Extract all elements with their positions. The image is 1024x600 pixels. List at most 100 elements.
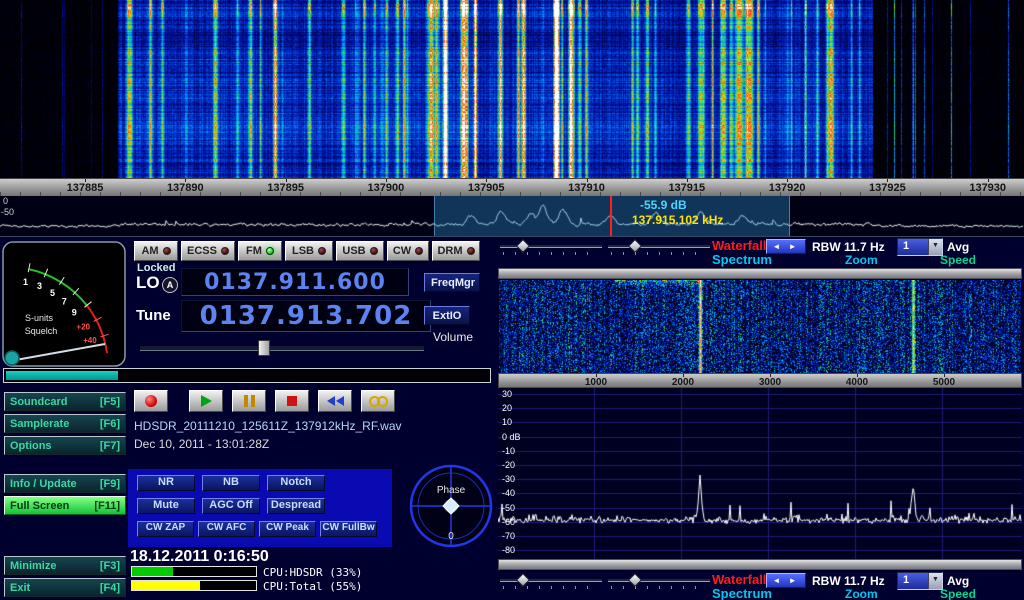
slider-thumb[interactable] (516, 573, 530, 587)
db-axis-label: 20 (502, 403, 512, 413)
passband-highlight[interactable] (434, 196, 790, 236)
lo-lock-button[interactable]: A (162, 277, 178, 293)
volume-thumb[interactable] (258, 340, 270, 356)
play-button[interactable] (189, 390, 223, 412)
mode-drm-button[interactable]: DRM (432, 241, 480, 261)
play-icon (201, 395, 212, 407)
slider-ticks (503, 252, 599, 255)
waterfall-scrollbar[interactable] (498, 268, 1022, 279)
button-hotkey: [F5] (100, 396, 120, 408)
lo-frequency-display[interactable]: 0137.911.600 (181, 268, 409, 296)
options-button[interactable]: Options[F7] (4, 436, 126, 455)
waterfall-tab[interactable]: Waterfall (712, 238, 766, 253)
cw-afc-button[interactable]: CW AFC (198, 521, 255, 537)
audio-waterfall-canvas[interactable] (499, 280, 1021, 373)
spectrum-tab[interactable]: Spectrum (712, 586, 772, 600)
volume-track (140, 345, 424, 351)
ruler-label: 137885 (67, 182, 104, 194)
waterfall-tab[interactable]: Waterfall (712, 572, 766, 587)
pause-button[interactable] (232, 390, 266, 412)
mute-button[interactable]: Mute (137, 498, 195, 514)
freqmgr-button[interactable]: FreqMgr (424, 273, 480, 292)
db-axis-label: 30 (502, 389, 512, 399)
speed-select[interactable]: 1▼ (897, 572, 943, 590)
notch-button[interactable]: Notch (267, 475, 325, 491)
main-spectrum-strip[interactable]: 0 -50 -55.9 dB 137.915.102 kHz (0, 196, 1024, 236)
mode-led-icon (467, 247, 475, 255)
mode-label: USB (342, 245, 365, 257)
shift-arrows-button[interactable]: ◄ ► (766, 239, 806, 254)
spectrum-scrollbar[interactable] (498, 559, 1022, 570)
shift-arrows-button[interactable]: ◄ ► (766, 573, 806, 588)
button-label: Soundcard (10, 396, 67, 408)
lo-label: LO (136, 273, 160, 293)
exit-button[interactable]: Exit[F4] (4, 578, 126, 597)
cw-peak-button[interactable]: CW Peak (259, 521, 316, 537)
cw-zap-button[interactable]: CW ZAP (137, 521, 194, 537)
mode-am-button[interactable]: AM (134, 241, 178, 261)
avg-toggle[interactable]: Avg (947, 574, 969, 588)
hz-scale-label: 1000 (585, 377, 607, 388)
loop-button[interactable] (361, 390, 395, 412)
brightness-slider[interactable] (500, 241, 602, 255)
button-label: Full Screen (10, 500, 69, 512)
mode-cw-button[interactable]: CW (387, 241, 429, 261)
slider-ticks (503, 586, 599, 589)
spectrum-tab[interactable]: Spectrum (712, 252, 772, 267)
pause-icon (244, 395, 255, 407)
slider-thumb[interactable] (628, 239, 642, 253)
avg-toggle[interactable]: Avg (947, 240, 969, 254)
mode-led-icon (370, 247, 378, 255)
audio-spectrum[interactable]: 3020100 dB-10-20-30-40-50-60-70-80 (498, 388, 1022, 559)
slider-thumb[interactable] (628, 573, 642, 587)
full-screen-button[interactable]: Full Screen[F11] (4, 496, 126, 515)
volume-slider[interactable] (140, 339, 428, 355)
mode-usb-button[interactable]: USB (336, 241, 384, 261)
main-waterfall-canvas[interactable] (0, 0, 1024, 178)
record-button[interactable] (134, 390, 168, 412)
dsp-row: Mute AGC Off Despread (137, 498, 392, 514)
cpu-bar-fill (132, 581, 200, 590)
mode-buttons: AMECSSFMLSB USB CW DRM (134, 241, 480, 261)
rewind-button[interactable] (318, 390, 352, 412)
brightness-slider[interactable] (500, 575, 602, 589)
hz-scale-label: 3000 (759, 377, 781, 388)
db-axis-label: -10 (502, 446, 515, 456)
mode-lsb-button[interactable]: LSB (285, 241, 333, 261)
audio-spectrum-canvas[interactable] (498, 388, 1022, 559)
ruler-label: 137920 (769, 182, 806, 194)
ruler-tick (787, 179, 788, 182)
slider-thumb[interactable] (516, 239, 530, 253)
info-update-button[interactable]: Info / Update[F9] (4, 474, 126, 493)
stop-button[interactable] (275, 390, 309, 412)
soundcard-button[interactable]: Soundcard [F5] (4, 392, 126, 411)
minimize-button[interactable]: Minimize[F3] (4, 556, 126, 575)
datetime-display: 18.12.2011 0:16:50 (130, 548, 269, 566)
slider-ticks (611, 586, 707, 589)
tune-frequency-display[interactable]: 0137.913.702 (181, 300, 431, 332)
hz-scale-tick (596, 374, 597, 377)
strip-axis-label: 0 (3, 196, 8, 206)
db-axis-label: 10 (502, 417, 512, 427)
frequency-ruler[interactable]: 1378851378901378951379001379051379101379… (0, 178, 1024, 196)
zoom-label: Zoom (845, 587, 878, 600)
nb-button[interactable]: NB (202, 475, 260, 491)
extio-button[interactable]: ExtIO (424, 306, 470, 325)
despread-button[interactable]: Despread (267, 498, 325, 514)
ruler-tick (386, 179, 387, 182)
samplerate-button[interactable]: Samplerate[F6] (4, 414, 126, 433)
speed-select[interactable]: 1▼ (897, 238, 943, 256)
contrast-slider[interactable] (608, 241, 710, 255)
mode-ecss-button[interactable]: ECSS (181, 241, 235, 261)
ruler-tick (85, 179, 86, 182)
contrast-slider[interactable] (608, 575, 710, 589)
agc-off-button[interactable]: AGC Off (202, 498, 260, 514)
mode-fm-button[interactable]: FM (238, 241, 282, 261)
nr-button[interactable]: NR (137, 475, 195, 491)
speed-label: Speed (940, 253, 976, 267)
cw-fullbw-button[interactable]: CW FullBw (320, 521, 377, 537)
loop-icon (369, 396, 388, 407)
dsp-panel: NR NB Notch Mute AGC Off Despread CW ZAPCW AFC… (128, 469, 392, 547)
mode-label: DRM (437, 245, 462, 257)
left-button-column: Soundcard [F5] Samplerate[F6] Options[F7] In… (0, 237, 130, 600)
